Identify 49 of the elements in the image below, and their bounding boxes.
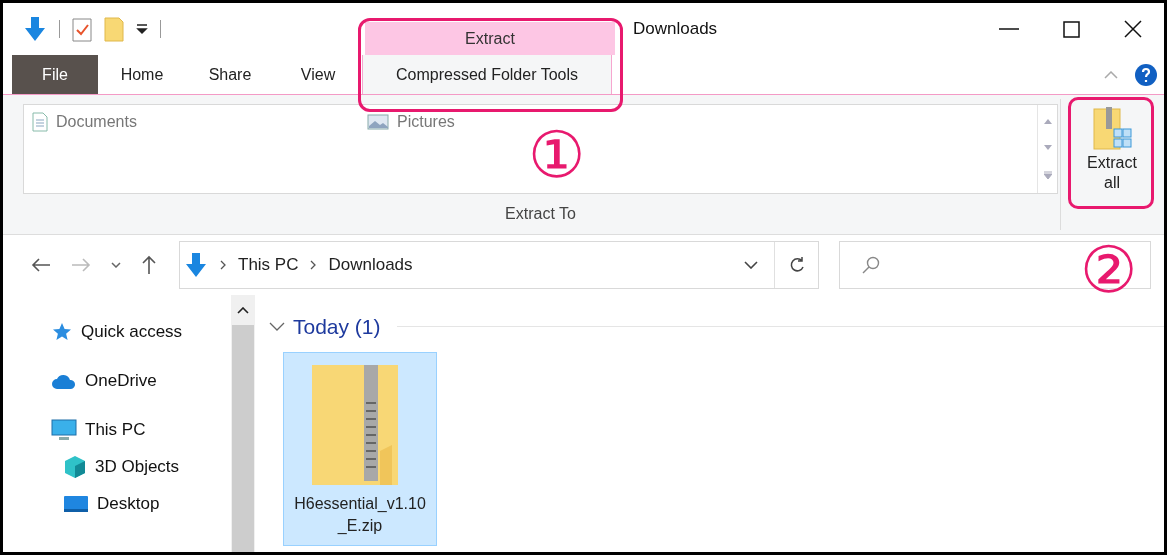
ribbon-tab[interactable]: Share xyxy=(186,55,274,94)
chevron-icon[interactable] xyxy=(220,260,226,270)
nav-item[interactable]: This PC xyxy=(85,416,146,443)
breadcrumb[interactable]: Downloads xyxy=(328,252,413,278)
gallery-item[interactable]: Documents xyxy=(56,110,137,134)
monitor-icon xyxy=(51,418,77,441)
window-title: Downloads xyxy=(633,18,718,41)
recent-caret-icon[interactable] xyxy=(111,262,121,268)
scrollbar[interactable] xyxy=(231,295,255,552)
gallery-item[interactable]: Pictures xyxy=(397,110,455,134)
ribbon-tab[interactable]: Compressed Folder Tools xyxy=(362,55,612,94)
callout-number: ① xyxy=(528,123,585,187)
desktop-icon xyxy=(63,493,89,514)
callout-number: ② xyxy=(1080,238,1137,302)
group-chevron-icon[interactable] xyxy=(269,321,285,332)
file-name: H6essential_v1.10_E.zip xyxy=(293,493,427,536)
ribbon-tab[interactable]: View xyxy=(274,55,362,94)
address-field[interactable]: This PC Downloads xyxy=(179,241,819,289)
down-arrow-icon[interactable] xyxy=(23,16,47,42)
breadcrumb[interactable]: This PC xyxy=(238,252,299,278)
maximize-icon[interactable] xyxy=(1063,20,1080,38)
back-arrow-icon[interactable] xyxy=(31,257,51,273)
help-icon[interactable] xyxy=(1134,62,1158,87)
file-tile[interactable]: H6essential_v1.10_E.zip xyxy=(283,351,437,546)
ribbon-tab[interactable]: Home xyxy=(98,55,186,94)
group-header[interactable]: Today (1) xyxy=(293,311,381,343)
nav-item[interactable]: Quick access xyxy=(81,318,183,345)
group-label: Extract To xyxy=(505,204,576,224)
refresh-icon[interactable] xyxy=(788,256,805,274)
context-tab-header: Extract xyxy=(365,22,615,55)
file-tab[interactable]: File xyxy=(12,55,98,94)
scroll-up-icon[interactable] xyxy=(237,306,249,314)
zip-folder-icon xyxy=(1092,107,1132,153)
nav-item[interactable]: OneDrive xyxy=(85,367,157,394)
close-icon[interactable] xyxy=(1124,20,1142,38)
chevron-icon[interactable] xyxy=(310,260,317,270)
extract-all-button[interactable]: Extract all xyxy=(1075,105,1149,199)
nav-item[interactable]: 3D Objects xyxy=(95,453,180,480)
search-icon xyxy=(862,256,880,274)
dropdown-icon[interactable] xyxy=(136,23,148,35)
download-arrow-icon xyxy=(184,252,208,278)
cube-icon xyxy=(63,454,87,479)
nav-item[interactable]: Desktop xyxy=(97,490,160,517)
picture-icon xyxy=(367,114,389,130)
checklist-icon[interactable] xyxy=(72,16,92,42)
minimize-icon[interactable] xyxy=(999,27,1019,31)
up-arrow-icon[interactable] xyxy=(141,255,157,275)
document-icon xyxy=(32,112,48,132)
dropdown-caret-icon[interactable] xyxy=(744,261,758,269)
